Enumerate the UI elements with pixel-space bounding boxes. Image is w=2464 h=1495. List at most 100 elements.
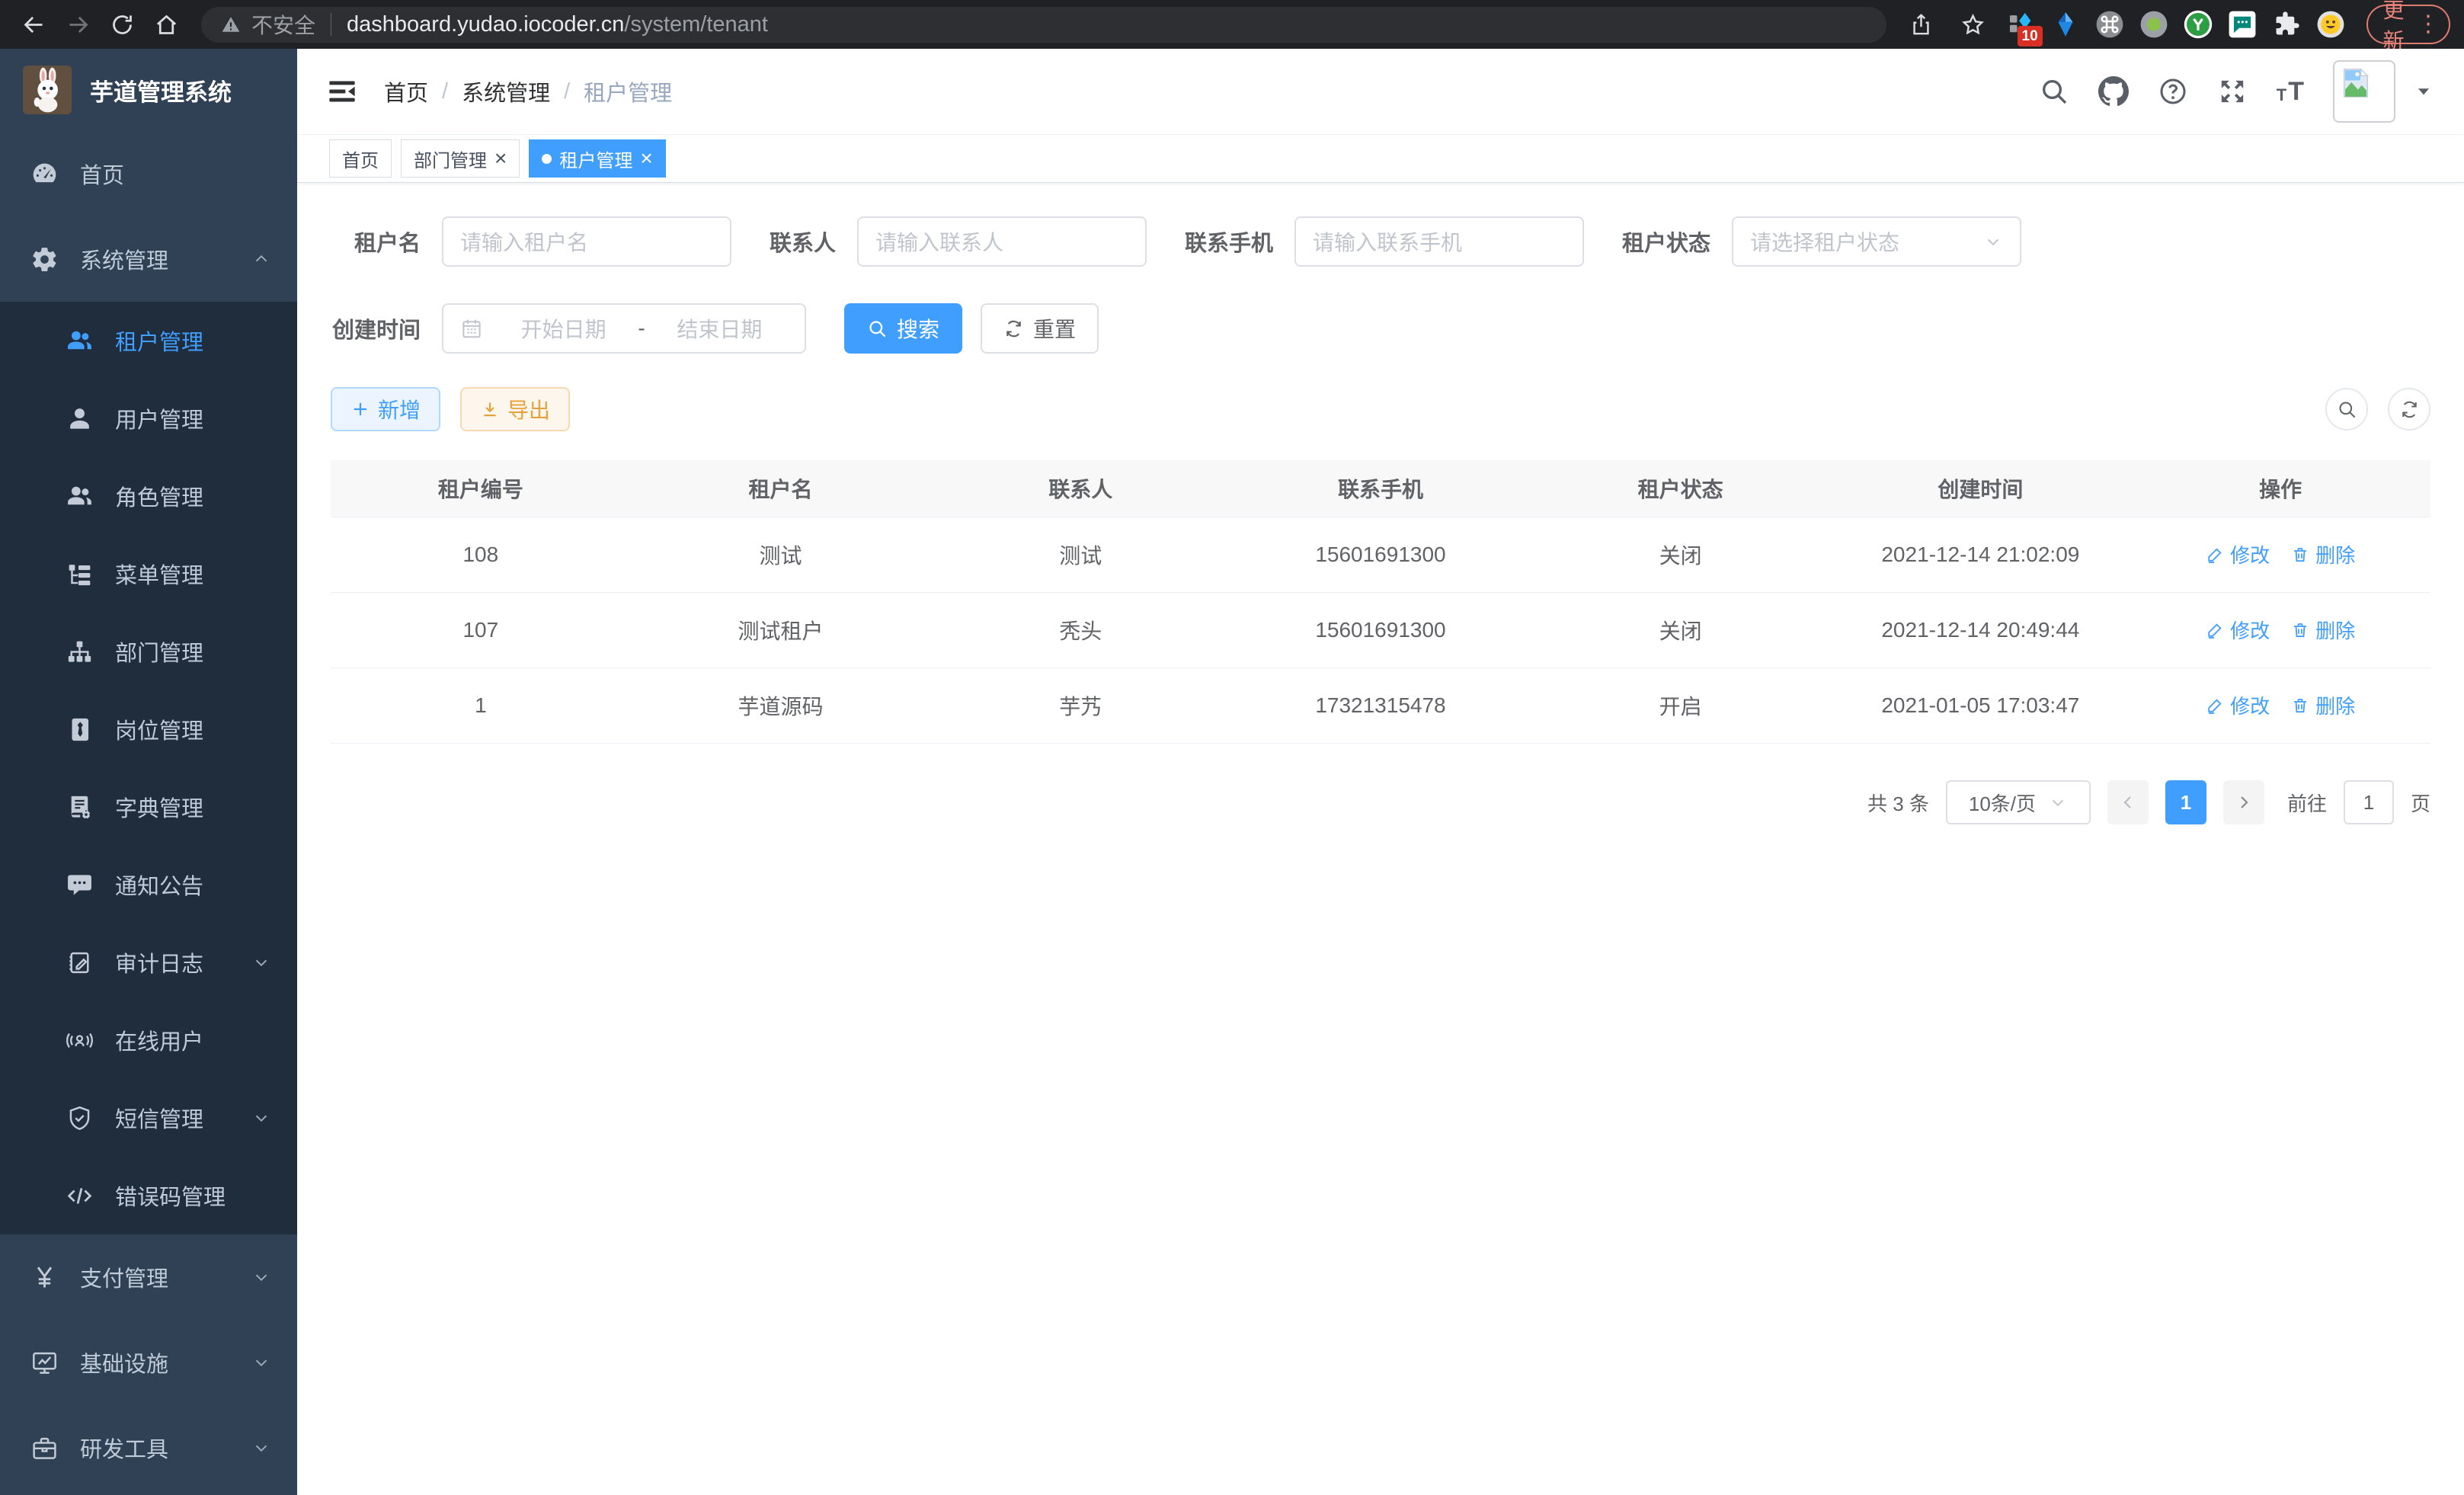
sidebar-item-menu[interactable]: 菜单管理 (0, 535, 297, 613)
pen-icon (2206, 621, 2224, 639)
sidebar-item-label: 租户管理 (115, 325, 203, 357)
end-date-input[interactable]: 结束日期 (651, 313, 788, 344)
show-search-button[interactable] (2325, 388, 2368, 431)
close-icon[interactable]: × (494, 148, 507, 169)
date-range-picker[interactable]: 开始日期 - 结束日期 (442, 303, 806, 354)
export-button[interactable]: 导出 (460, 387, 570, 431)
main-area: 首页/系统管理/租户管理 TT 首页部门管理×租户管理× 租户名 请输入租户名 (297, 49, 2464, 1495)
cell-created: 2021-12-14 21:02:09 (1831, 517, 2131, 593)
back-icon[interactable] (14, 5, 53, 44)
sidebar-item-user[interactable]: 用户管理 (0, 379, 297, 457)
reset-button[interactable]: 重置 (981, 303, 1099, 354)
browser-actions: 10 更新 ⋮ (1902, 5, 2451, 44)
delete-button[interactable]: 删除 (2291, 540, 2355, 568)
filter-row-1: 租户名 请输入租户名 联系人 请输入联系人 联系手机 请输入联系手机 租户状态 … (331, 216, 2430, 267)
blocks-extension-icon[interactable]: 10 (2005, 8, 2037, 40)
emoji-extension-icon[interactable] (2315, 8, 2347, 40)
forward-icon[interactable] (58, 5, 98, 44)
prev-page-button[interactable] (2107, 780, 2149, 824)
sidebar-item-errcode[interactable]: 错误码管理 (0, 1157, 297, 1234)
help-icon[interactable] (2158, 76, 2188, 107)
tab-tenant[interactable]: 租户管理 × (529, 139, 665, 178)
sidebar-item-post[interactable]: 岗位管理 (0, 690, 297, 768)
share-icon[interactable] (1902, 5, 1941, 44)
delete-button[interactable]: 删除 (2291, 691, 2355, 719)
browser-update-button[interactable]: 更新 ⋮ (2366, 5, 2451, 44)
sidebar-item-label: 岗位管理 (115, 713, 203, 745)
sidebar-item-sms[interactable]: 短信管理 (0, 1079, 297, 1157)
hamburger-icon[interactable] (326, 75, 358, 107)
sidebar-item-home[interactable]: 首页 (0, 131, 297, 216)
warning-icon[interactable] (221, 14, 241, 34)
status-select[interactable]: 请选择租户状态 (1732, 216, 2021, 267)
avatar[interactable] (2333, 60, 2395, 123)
breadcrumb: 首页/系统管理/租户管理 (384, 75, 672, 107)
search-icon[interactable] (2039, 76, 2069, 107)
sidebar-item-online[interactable]: 在线用户 (0, 1001, 297, 1079)
goto-page-input[interactable]: 1 (2344, 780, 2394, 824)
sidebar-item-infra[interactable]: 基础设施 (0, 1320, 297, 1405)
address-bar[interactable]: 不安全 dashboard.yudao.iocoder.cn/system/te… (201, 7, 1886, 43)
sidebar-item-notice[interactable]: 通知公告 (0, 846, 297, 924)
field-label: 联系人 (770, 226, 836, 258)
reset-label: 重置 (1033, 313, 1076, 344)
add-button[interactable]: 新增 (331, 387, 440, 431)
bookmark-star-icon[interactable] (1954, 5, 1993, 44)
kite-extension-icon[interactable] (2050, 8, 2082, 40)
yudao-extension-icon[interactable] (2182, 8, 2214, 40)
start-date-input[interactable]: 开始日期 (495, 313, 632, 344)
tab-label: 租户管理 (559, 146, 632, 172)
sidebar-item-tool[interactable]: 研发工具 (0, 1405, 297, 1490)
command-extension-icon[interactable] (2094, 8, 2126, 40)
breadcrumb-item[interactable]: 系统管理 (462, 75, 550, 107)
page-size-select[interactable]: 10条/页 (1946, 780, 2091, 824)
table-row: 107测试租户秃头15601691300关闭2021-12-14 20:49:4… (331, 593, 2430, 668)
badge-icon (66, 715, 94, 744)
breadcrumb-item[interactable]: 首页 (384, 75, 428, 107)
edit-button[interactable]: 修改 (2206, 691, 2270, 719)
record-extension-icon[interactable] (2138, 8, 2170, 40)
table-tools (2325, 388, 2430, 431)
app-logo-rabbit (23, 66, 72, 114)
cell-contact: 秃头 (930, 593, 1230, 668)
sidebar-item-dept[interactable]: 部门管理 (0, 613, 297, 690)
refresh-table-button[interactable] (2388, 388, 2430, 431)
column-header: 创建时间 (1831, 460, 2131, 517)
sidebar-item-dict[interactable]: 字典管理 (0, 768, 297, 846)
browser-menu-icon[interactable]: ⋮ (2417, 13, 2440, 36)
edit-button[interactable]: 修改 (2206, 616, 2270, 644)
caret-down-icon[interactable] (2414, 82, 2434, 101)
dashboard-icon (30, 160, 59, 188)
sidebar-item-role[interactable]: 角色管理 (0, 457, 297, 535)
sidebar-item-pay[interactable]: 支付管理 (0, 1234, 297, 1320)
sidebar-logo-row[interactable]: 芋道管理系统 (0, 49, 297, 131)
home-icon[interactable] (146, 5, 186, 44)
github-icon[interactable] (2098, 76, 2129, 107)
sidebar-item-tenant[interactable]: 租户管理 (0, 302, 297, 379)
sidebar-item-system[interactable]: 系统管理 (0, 216, 297, 302)
contact-input[interactable]: 请输入联系人 (857, 216, 1147, 267)
field-label: 租户状态 (1622, 226, 1710, 258)
reload-icon[interactable] (102, 5, 142, 44)
chat-extension-icon[interactable] (2226, 8, 2258, 40)
sidebar-item-label: 在线用户 (115, 1024, 203, 1056)
next-page-button[interactable] (2223, 780, 2264, 824)
current-page-button[interactable]: 1 (2165, 780, 2206, 824)
add-label: 新增 (378, 394, 421, 424)
font-size-icon[interactable]: TT (2277, 78, 2304, 104)
phone-input[interactable]: 请输入联系手机 (1294, 216, 1584, 267)
search-button[interactable]: 搜索 (844, 303, 962, 354)
close-icon[interactable]: × (640, 148, 652, 169)
puzzle-extension-icon[interactable] (2270, 8, 2302, 40)
tenant-name-input[interactable]: 请输入租户名 (442, 216, 731, 267)
edit-label: 修改 (2230, 691, 2270, 719)
tab-home[interactable]: 首页 (329, 139, 392, 178)
fullscreen-icon[interactable] (2217, 76, 2248, 107)
date-separator: - (632, 316, 651, 341)
sidebar-item-audit[interactable]: 审计日志 (0, 924, 297, 1001)
calendar-icon (460, 317, 483, 340)
sidebar-item-label: 首页 (80, 158, 124, 190)
edit-button[interactable]: 修改 (2206, 540, 2270, 568)
delete-button[interactable]: 删除 (2291, 616, 2355, 644)
tab-dept[interactable]: 部门管理× (401, 139, 520, 178)
